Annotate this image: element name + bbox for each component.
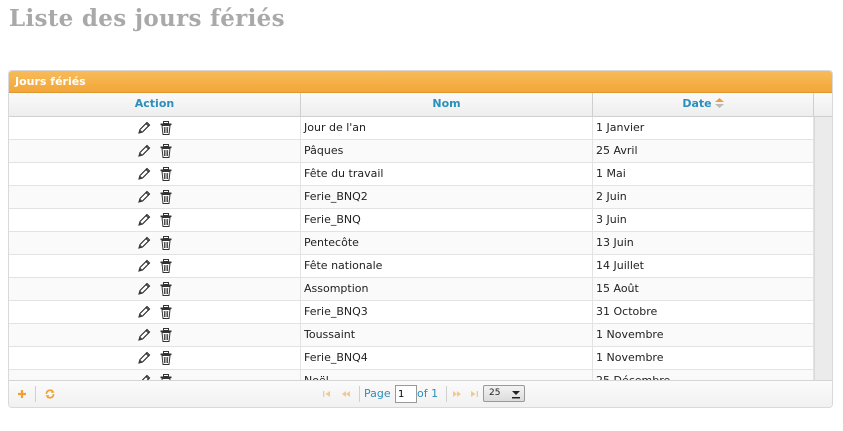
cell-nom: Pâques xyxy=(301,140,593,162)
column-header-date[interactable]: Date xyxy=(593,93,814,116)
trash-icon[interactable] xyxy=(158,350,174,366)
trash-icon[interactable] xyxy=(158,189,174,205)
sort-asc-icon xyxy=(714,98,724,108)
rows-container: Jour de l'an 1 Janvier Pâques 25 Avril Fête … xyxy=(9,117,814,393)
table-row[interactable]: Toussaint 1 Novembre xyxy=(9,324,814,347)
row-actions xyxy=(9,117,301,139)
pencil-icon[interactable] xyxy=(136,235,152,251)
cell-nom: Fête du travail xyxy=(301,163,593,185)
cell-date: 14 Juillet xyxy=(593,255,814,277)
header-scroll-spacer xyxy=(814,93,832,116)
table-row[interactable]: Fête nationale 14 Juillet xyxy=(9,255,814,278)
cell-nom: Ferie_BNQ xyxy=(301,209,593,231)
last-page-icon[interactable] xyxy=(467,387,481,401)
row-actions xyxy=(9,232,301,254)
pencil-icon[interactable] xyxy=(136,166,152,182)
page-size-select[interactable]: 25 xyxy=(483,385,525,402)
cell-nom: Pentecôte xyxy=(301,232,593,254)
cell-date: 31 Octobre xyxy=(593,301,814,323)
grid-caption: Jours fériés xyxy=(9,71,832,93)
table-row[interactable]: Ferie_BNQ3 31 Octobre xyxy=(9,301,814,324)
trash-icon[interactable] xyxy=(158,235,174,251)
grid-pager: Page of 1 25 xyxy=(9,380,832,407)
row-actions xyxy=(9,278,301,300)
trash-icon[interactable] xyxy=(158,281,174,297)
column-header-action[interactable]: Action xyxy=(9,93,301,116)
pager-separator xyxy=(35,386,36,402)
table-row[interactable]: Fête du travail 1 Mai xyxy=(9,163,814,186)
cell-nom: Assomption xyxy=(301,278,593,300)
row-actions xyxy=(9,209,301,231)
row-actions xyxy=(9,347,301,369)
cell-date: 1 Novembre xyxy=(593,347,814,369)
page-count-label: of 1 xyxy=(417,387,439,400)
cell-date: 1 Janvier xyxy=(593,117,814,139)
cell-date: 15 Août xyxy=(593,278,814,300)
trash-icon[interactable] xyxy=(158,166,174,182)
pencil-icon[interactable] xyxy=(136,120,152,136)
chevron-down-icon xyxy=(512,391,520,399)
pager-separator xyxy=(359,386,360,402)
row-actions xyxy=(9,255,301,277)
next-page-icon[interactable] xyxy=(450,387,464,401)
cell-nom: Fête nationale xyxy=(301,255,593,277)
prev-page-icon[interactable] xyxy=(339,387,353,401)
page-size-value: 25 xyxy=(489,388,501,398)
row-actions xyxy=(9,324,301,346)
refresh-icon[interactable] xyxy=(43,387,57,401)
table-row[interactable]: Ferie_BNQ 3 Juin xyxy=(9,209,814,232)
pencil-icon[interactable] xyxy=(136,281,152,297)
trash-icon[interactable] xyxy=(158,212,174,228)
cell-date: 25 Avril xyxy=(593,140,814,162)
trash-icon[interactable] xyxy=(158,143,174,159)
pager-separator xyxy=(446,386,447,402)
pencil-icon[interactable] xyxy=(136,212,152,228)
first-page-icon[interactable] xyxy=(320,387,334,401)
cell-date: 1 Mai xyxy=(593,163,814,185)
cell-date: 3 Juin xyxy=(593,209,814,231)
page-number-input[interactable] xyxy=(395,385,417,403)
row-actions xyxy=(9,163,301,185)
pencil-icon[interactable] xyxy=(136,304,152,320)
vertical-scrollbar[interactable] xyxy=(814,117,832,382)
cell-date: 2 Juin xyxy=(593,186,814,208)
cell-date: 13 Juin xyxy=(593,232,814,254)
trash-icon[interactable] xyxy=(158,258,174,274)
pencil-icon[interactable] xyxy=(136,258,152,274)
table-row[interactable]: Ferie_BNQ4 1 Novembre xyxy=(9,347,814,370)
grid-body: Jour de l'an 1 Janvier Pâques 25 Avril Fête … xyxy=(9,117,832,393)
cell-nom: Ferie_BNQ3 xyxy=(301,301,593,323)
page-label: Page xyxy=(364,387,391,400)
row-actions xyxy=(9,140,301,162)
pencil-icon[interactable] xyxy=(136,189,152,205)
page-title: Liste des jours fériés xyxy=(9,5,285,32)
cell-nom: Ferie_BNQ4 xyxy=(301,347,593,369)
trash-icon[interactable] xyxy=(158,327,174,343)
row-actions xyxy=(9,301,301,323)
holidays-grid: Jours fériés Action Nom Date Jour de l'a… xyxy=(8,70,833,408)
pencil-icon[interactable] xyxy=(136,327,152,343)
trash-icon[interactable] xyxy=(158,120,174,136)
pencil-icon[interactable] xyxy=(136,350,152,366)
table-row[interactable]: Ferie_BNQ2 2 Juin xyxy=(9,186,814,209)
cell-nom: Toussaint xyxy=(301,324,593,346)
row-actions xyxy=(9,186,301,208)
table-row[interactable]: Jour de l'an 1 Janvier xyxy=(9,117,814,140)
add-icon[interactable] xyxy=(15,387,29,401)
trash-icon[interactable] xyxy=(158,304,174,320)
column-header-nom[interactable]: Nom xyxy=(301,93,593,116)
table-row[interactable]: Pâques 25 Avril xyxy=(9,140,814,163)
cell-date: 1 Novembre xyxy=(593,324,814,346)
cell-nom: Ferie_BNQ2 xyxy=(301,186,593,208)
table-row[interactable]: Pentecôte 13 Juin xyxy=(9,232,814,255)
pencil-icon[interactable] xyxy=(136,143,152,159)
table-row[interactable]: Assomption 15 Août xyxy=(9,278,814,301)
cell-nom: Jour de l'an xyxy=(301,117,593,139)
grid-header: Action Nom Date xyxy=(9,93,832,117)
